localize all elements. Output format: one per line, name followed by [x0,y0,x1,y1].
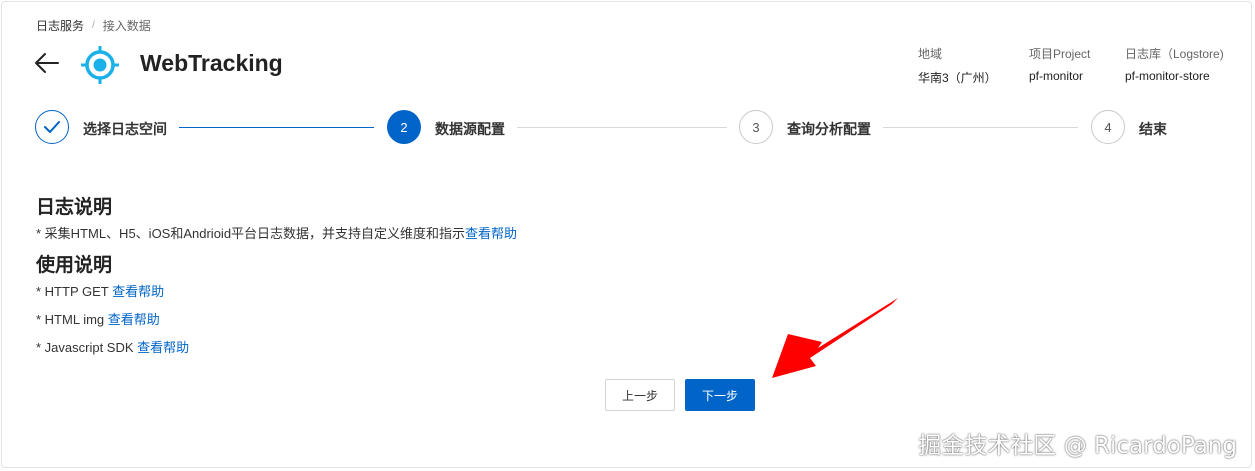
meta-region: 地域 华南3（广州） [918,45,997,86]
html-img-help-link[interactable]: 查看帮助 [108,312,160,327]
log-section-title: 日志说明 [36,197,113,218]
step-4-label: 结束 [1139,121,1167,137]
breadcrumb-separator: / [92,20,95,31]
usage-item-http-get: * HTTP GET 查看帮助 [36,281,164,300]
usage-item-text: * Javascript SDK [36,340,138,355]
step-progress: 选择日志空间 2 数据源配置 3 查询分析配置 4 结束 [0,110,1255,150]
watermark: 掘金技术社区 @ RicardoPang [918,433,1237,459]
step-3-connector [883,127,1078,128]
meta-logstore-value: pf-monitor-store [1125,69,1210,83]
step-2-connector [517,127,727,128]
meta-region-value: 华南3（广州） [918,71,997,85]
usage-item-text: * HTTP GET [36,284,113,299]
log-section-description: * 采集HTML、H5、iOS和Andrioid平台日志数据，并支持自定义维度和… [36,226,466,241]
meta-project: 项目Project pf-monitor [1029,45,1090,83]
usage-item-js-sdk: * Javascript SDK 查看帮助 [36,337,189,356]
step-1-connector [179,127,374,128]
breadcrumb: 日志服务 / 接入数据 [36,17,151,34]
usage-item-text: * HTML img [36,312,108,327]
breadcrumb-current: 接入数据 [102,19,151,33]
usage-section-title: 使用说明 [36,255,113,276]
page-title: WebTracking [140,50,283,76]
prev-step-button[interactable]: 上一步 [605,379,675,411]
log-help-link[interactable]: 查看帮助 [465,226,517,241]
meta-region-label: 地域 [918,47,943,61]
step-2-circle: 2 [387,110,421,144]
usage-item-html-img: * HTML img 查看帮助 [36,309,160,328]
meta-project-value: pf-monitor [1029,69,1084,83]
annotation-arrow-icon [772,298,898,378]
js-sdk-help-link[interactable]: 查看帮助 [137,340,189,355]
step-1-label: 选择日志空间 [83,121,167,137]
log-section-text: * 采集HTML、H5、iOS和Andrioid平台日志数据，并支持自定义维度和… [36,223,517,242]
step-2-label: 数据源配置 [435,121,505,137]
step-3-circle: 3 [739,110,773,144]
step-1-circle [35,110,69,144]
breadcrumb-root[interactable]: 日志服务 [36,17,84,34]
meta-project-label: 项目Project [1029,47,1091,61]
http-get-help-link[interactable]: 查看帮助 [112,284,164,299]
step-4-circle: 4 [1091,110,1125,144]
check-icon [44,121,60,133]
meta-logstore-label: 日志库（Logstore) [1125,47,1224,61]
back-arrow-icon[interactable] [34,52,60,74]
webtracking-target-icon [81,46,119,84]
meta-logstore: 日志库（Logstore) pf-monitor-store [1125,45,1224,83]
next-step-button[interactable]: 下一步 [685,379,755,411]
step-3-label: 查询分析配置 [787,121,871,137]
